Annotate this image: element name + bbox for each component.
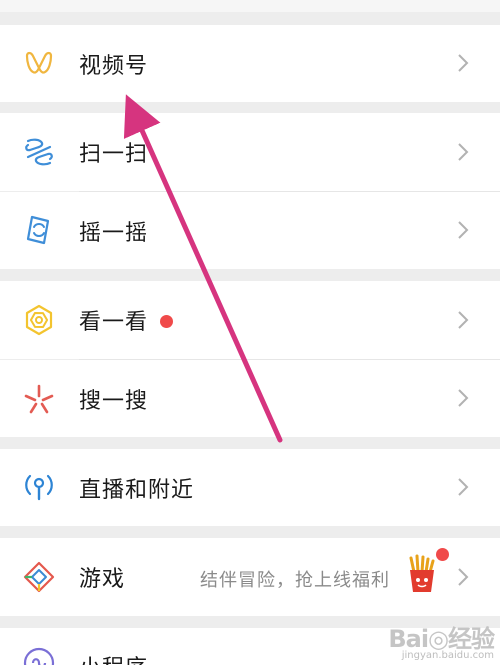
search-icon bbox=[22, 382, 56, 416]
watermark-logo: Bai◎经验 bbox=[388, 625, 495, 653]
menu-item-search[interactable]: 搜一搜 bbox=[0, 360, 500, 437]
games-icon bbox=[22, 560, 56, 594]
menu-item-shake[interactable]: 摇一摇 bbox=[0, 192, 500, 269]
red-dot-badge bbox=[436, 548, 449, 561]
red-dot-badge bbox=[160, 315, 173, 328]
menu-item-label: 看一看 bbox=[79, 310, 149, 335]
menu-item-label: 摇一摇 bbox=[79, 220, 149, 246]
menu-item-top-stories[interactable]: 看一看 bbox=[0, 281, 500, 359]
menu-item-games[interactable]: 游戏 结伴冒险，抢上线福利 bbox=[0, 538, 500, 616]
channels-icon bbox=[22, 47, 56, 81]
fries-sticker-icon bbox=[402, 554, 442, 598]
chevron-right-icon bbox=[452, 52, 474, 74]
top-stories-icon bbox=[22, 303, 56, 337]
chevron-right-icon bbox=[452, 141, 474, 163]
menu-item-scan[interactable]: 扫一扫 bbox=[0, 113, 500, 191]
shake-icon bbox=[22, 213, 56, 247]
menu-item-label: 游戏 bbox=[79, 567, 126, 592]
chevron-right-icon bbox=[452, 566, 474, 588]
chevron-right-icon bbox=[452, 476, 474, 498]
chevron-right-icon bbox=[452, 219, 474, 241]
games-subtitle: 结伴冒险，抢上线福利 bbox=[200, 570, 390, 591]
menu-item-label: 扫一扫 bbox=[79, 142, 149, 167]
menu-item-label: 直播和附近 bbox=[79, 477, 195, 503]
chevron-right-icon bbox=[452, 309, 474, 331]
scan-icon bbox=[22, 135, 56, 169]
mini-program-icon bbox=[22, 646, 56, 665]
chevron-right-icon bbox=[452, 387, 474, 409]
menu-item-channels[interactable]: 视频号 bbox=[0, 25, 500, 102]
top-edge bbox=[0, 0, 500, 12]
live-nearby-icon bbox=[22, 470, 56, 504]
menu-item-label: 搜一搜 bbox=[79, 388, 149, 414]
menu-item-label: 小程序 bbox=[79, 650, 148, 665]
menu-item-label: 视频号 bbox=[79, 53, 149, 79]
watermark: Bai◎经验 jingyan.baidu.com bbox=[388, 619, 495, 661]
menu-item-live-nearby[interactable]: 直播和附近 bbox=[0, 449, 500, 526]
